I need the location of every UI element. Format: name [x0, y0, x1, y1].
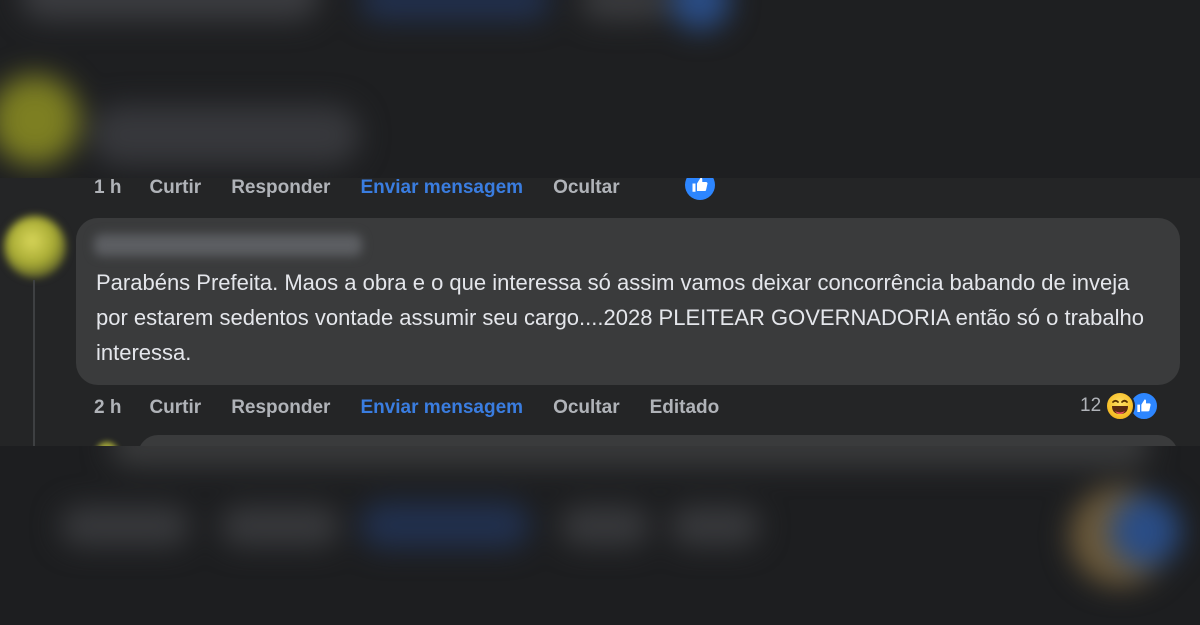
comment-actions: 2 h Curtir Responder Enviar mensagem Ocu… [94, 397, 749, 419]
comment-timestamp[interactable]: 1 h [94, 178, 121, 199]
send-message-button[interactable]: Enviar mensagem [360, 397, 523, 419]
reaction-summary[interactable]: 12 [1080, 391, 1160, 421]
reply-button[interactable]: Responder [231, 397, 330, 419]
laughing-face-icon [1112, 399, 1129, 414]
comment-text: Parabéns Prefeita. Maos a obra e o que i… [96, 270, 1144, 365]
author-name-redacted[interactable] [94, 234, 362, 256]
hide-button[interactable]: Ocultar [553, 397, 620, 419]
like-icon[interactable] [685, 178, 715, 200]
comment-timestamp[interactable]: 2 h [94, 397, 121, 419]
blurred-previous-content [0, 0, 1200, 178]
thumbs-up-icon [692, 178, 708, 192]
previous-comment-actions: 1 h Curtir Responder Enviar mensagem Ocu… [94, 178, 650, 198]
like-button[interactable]: Curtir [149, 397, 201, 419]
avatar[interactable] [4, 216, 66, 278]
facebook-comments-screenshot: 1 h Curtir Responder Enviar mensagem Ocu… [0, 0, 1200, 625]
haha-icon [1105, 391, 1136, 421]
reaction-count: 12 [1080, 395, 1102, 416]
like-button[interactable]: Curtir [149, 178, 201, 199]
thread-line [33, 280, 35, 446]
thumbs-up-icon [1137, 399, 1151, 412]
hide-button[interactable]: Ocultar [553, 178, 620, 199]
comment-thread: 1 h Curtir Responder Enviar mensagem Ocu… [0, 178, 1200, 446]
reply-button[interactable]: Responder [231, 178, 330, 199]
send-message-button[interactable]: Enviar mensagem [360, 178, 523, 199]
next-comment-bubble [138, 435, 1178, 446]
edited-label[interactable]: Editado [650, 397, 720, 419]
comment-bubble: Parabéns Prefeita. Maos a obra e o que i… [76, 218, 1180, 385]
blurred-next-content [0, 446, 1200, 625]
